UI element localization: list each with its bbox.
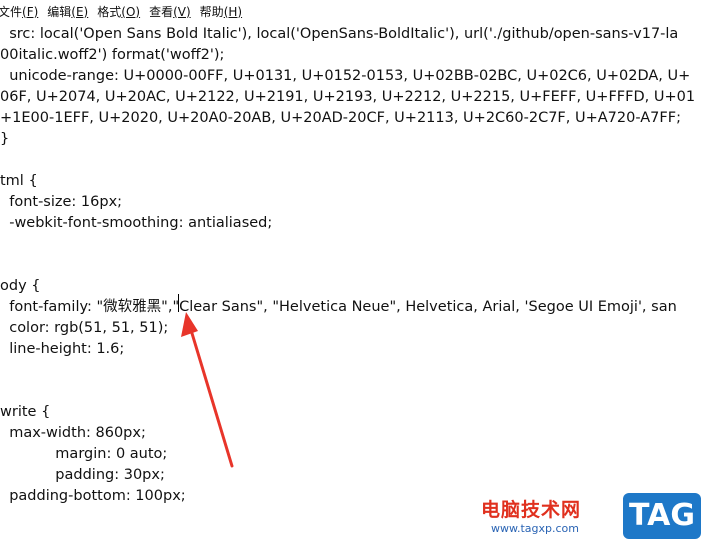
code-line: line-height: 1.6; (0, 341, 125, 357)
text-editor-area[interactable]: src: local('Open Sans Bold Italic'), loc… (0, 22, 705, 548)
code-line: max-width: 860px; (0, 425, 146, 441)
code-line: write { (0, 404, 51, 420)
code-line: } (0, 131, 10, 147)
text-caret (178, 294, 179, 312)
code-line: 00italic.woff2') format('woff2'); (0, 47, 225, 63)
code-line: padding-bottom: 100px; (0, 488, 186, 504)
code-line: font-family: "微软雅黑","Clear Sans", "Helve… (0, 299, 677, 315)
code-line: font-size: 16px; (0, 194, 123, 210)
tag-logo-text: TAG (629, 498, 695, 533)
code-line: ody { (0, 278, 41, 294)
code-line: +1E00-1EFF, U+2020, U+20A0-20AB, U+20AD-… (0, 110, 681, 126)
code-line: -webkit-font-smoothing: antialiased; (0, 215, 273, 231)
watermark-site-name: 电脑技术网 (481, 499, 582, 521)
watermark: 电脑技术网 www.tagxp.com TAG (481, 493, 701, 543)
tag-logo: TAG (623, 493, 701, 539)
code-line: 06F, U+2074, U+20AC, U+2122, U+2191, U+2… (0, 89, 696, 105)
code-line: color: rgb(51, 51, 51); (0, 320, 169, 336)
menu-format[interactable]: 格式(O) (97, 3, 149, 20)
code-line: tml { (0, 173, 38, 189)
menu-bar: 文件(F) 编辑(E) 格式(O) 查看(V) 帮助(H) (0, 0, 705, 23)
menu-help[interactable]: 帮助(H) (200, 3, 251, 20)
menu-file[interactable]: 文件(F) (0, 3, 47, 20)
menu-view[interactable]: 查看(V) (149, 3, 200, 20)
menu-edit[interactable]: 编辑(E) (47, 3, 97, 20)
code-line: unicode-range: U+0000-00FF, U+0131, U+01… (0, 68, 691, 84)
code-line: padding: 30px; (0, 467, 165, 483)
code-line: margin: 0 auto; (0, 446, 168, 462)
watermark-url: www.tagxp.com (491, 522, 579, 535)
code-line: src: local('Open Sans Bold Italic'), loc… (0, 26, 679, 42)
